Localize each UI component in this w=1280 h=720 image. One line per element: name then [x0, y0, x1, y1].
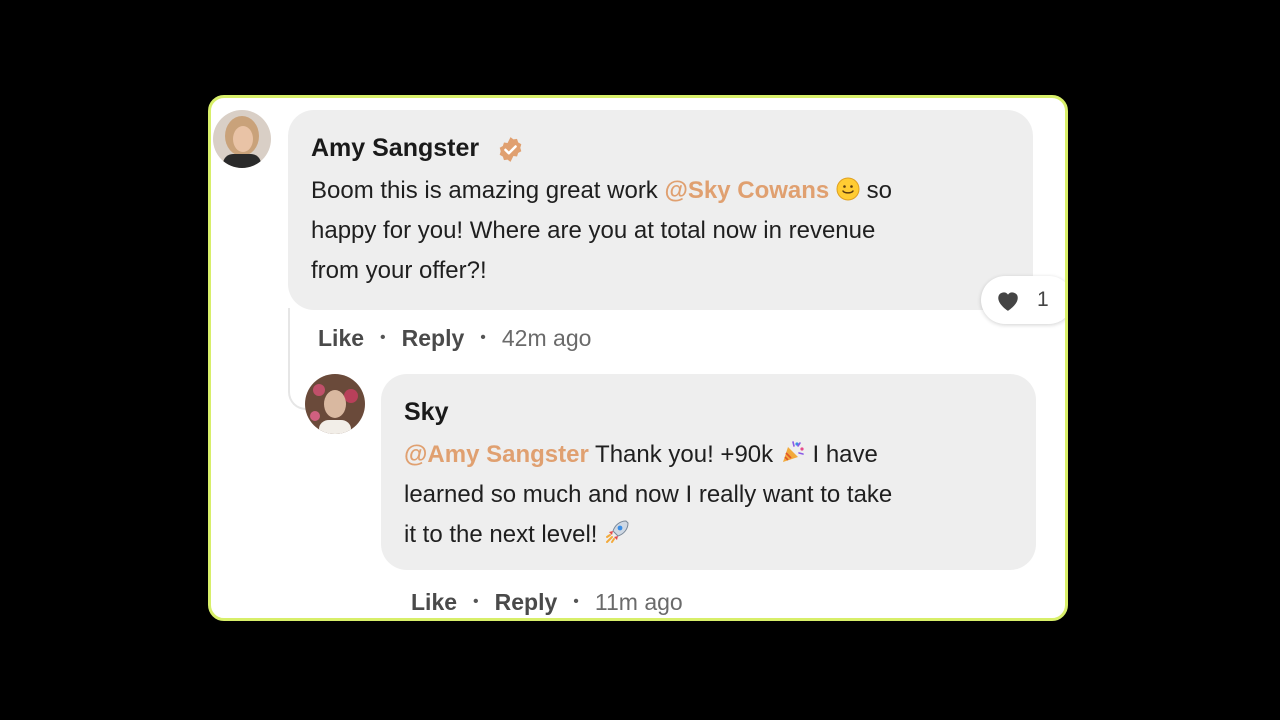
- reply-text-segment: it to the next level!: [404, 521, 605, 548]
- comment-actions: Like • Reply • 42m ago: [318, 320, 591, 356]
- avatar-sky[interactable]: [305, 374, 365, 434]
- like-button[interactable]: Like: [411, 589, 457, 616]
- comment-text-segment: Boom this is amazing great work: [311, 177, 665, 204]
- thread-connector: [288, 308, 308, 410]
- separator-dot: •: [480, 329, 486, 346]
- comment-thread-card: Amy Sangster Boom this is amazing great …: [208, 95, 1068, 621]
- reaction-count: 1: [1037, 288, 1049, 311]
- rocket-emoji-icon: [606, 520, 629, 543]
- comment-text: Boom this is amazing great work @Sky Cow…: [311, 171, 991, 291]
- mention-link[interactable]: @Sky Cowans: [664, 177, 829, 204]
- mention-link[interactable]: @Amy Sangster: [404, 441, 589, 468]
- reply-text-segment: Thank you! +90k: [588, 441, 780, 468]
- separator-dot: •: [473, 593, 479, 610]
- reply-text-line: learned so much and now I really want to…: [404, 481, 893, 508]
- reply-author[interactable]: Sky: [404, 398, 448, 427]
- reply-actions: Like • Reply • 11m ago: [411, 584, 683, 618]
- reaction-pill[interactable]: 1: [981, 276, 1065, 324]
- separator-dot: •: [380, 329, 386, 346]
- comment-author[interactable]: Amy Sangster: [311, 134, 479, 163]
- comment-text-segment: so: [859, 177, 892, 204]
- heart-icon: [998, 292, 1018, 311]
- reply-button[interactable]: Reply: [495, 589, 558, 616]
- party-popper-emoji-icon: [782, 441, 804, 462]
- verified-badge-icon: [499, 137, 522, 162]
- smiling-face-emoji-icon: [836, 177, 860, 201]
- comment-text-line: from your offer?!: [311, 257, 487, 284]
- reply-text: @Amy Sangster Thank you! +90k I have lea…: [404, 435, 1004, 555]
- comment-timestamp: 42m ago: [501, 324, 592, 351]
- separator-dot: •: [573, 593, 579, 610]
- like-button[interactable]: Like: [318, 325, 364, 352]
- reply-timestamp: 11m ago: [594, 588, 683, 615]
- reply-text-segment: I have: [805, 441, 878, 468]
- reply-button[interactable]: Reply: [402, 325, 465, 352]
- avatar-amy[interactable]: [213, 110, 271, 168]
- comment-text-line: happy for you! Where are you at total no…: [311, 217, 876, 244]
